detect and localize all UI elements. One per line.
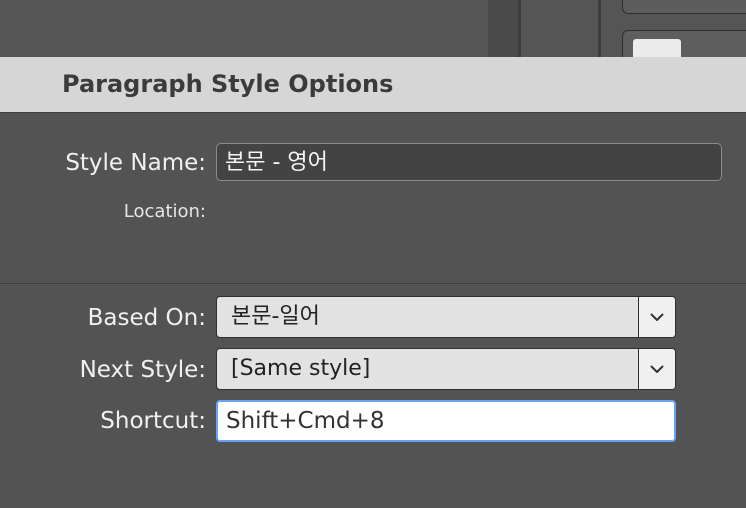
shortcut-value: Shift+Cmd+8: [226, 408, 385, 434]
next-style-dropdown-button[interactable]: [638, 349, 675, 389]
next-style-value: [Same style]: [231, 356, 371, 381]
section-divider: [0, 283, 746, 284]
based-on-label: Based On:: [87, 305, 206, 331]
shortcut-label: Shortcut:: [100, 408, 206, 434]
chevron-down-icon: [650, 313, 664, 321]
background-panel-divider: [598, 0, 601, 57]
based-on-dropdown-button[interactable]: [638, 297, 675, 337]
shortcut-input[interactable]: Shift+Cmd+8: [216, 400, 676, 442]
paragraph-style-options-dialog: Paragraph Style Options Style Name: 본문 -…: [0, 57, 746, 508]
style-name-input[interactable]: 본문 - 영어: [216, 143, 722, 181]
chevron-down-icon: [650, 365, 664, 373]
background-pill-button: [622, 0, 746, 14]
background-panel-divider: [518, 0, 521, 57]
background-app: [0, 0, 746, 79]
background-panel-column: [488, 0, 518, 57]
dialog-title: Paragraph Style Options: [62, 70, 394, 98]
location-label: Location:: [123, 201, 206, 222]
style-name-label: Style Name:: [65, 150, 206, 176]
based-on-select[interactable]: 본문-일어: [216, 296, 676, 338]
next-style-select[interactable]: [Same style]: [216, 348, 676, 390]
next-style-label: Next Style:: [79, 357, 206, 383]
style-name-value: 본문 - 영어: [225, 150, 328, 175]
based-on-value: 본문-일어: [231, 304, 320, 329]
dialog-titlebar[interactable]: Paragraph Style Options: [0, 57, 746, 113]
